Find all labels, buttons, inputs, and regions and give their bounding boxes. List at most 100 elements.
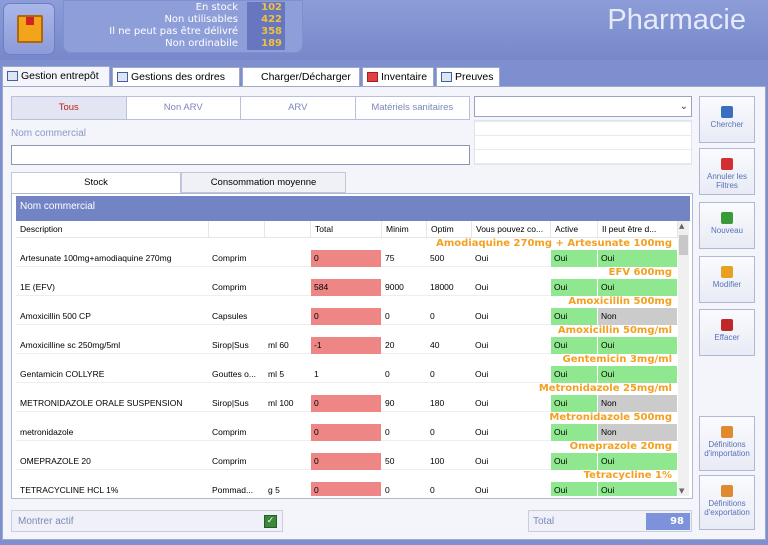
scroll-up-icon[interactable]: ▲ bbox=[679, 222, 684, 230]
cell-form[interactable]: Comprim bbox=[209, 250, 264, 267]
tab-load-unload[interactable]: Charger/Décharger bbox=[242, 67, 360, 86]
table-row[interactable]: EFV 600mg 1E (EFV) Comprim 584 9000 18000 Oui O… bbox=[16, 267, 678, 296]
cell-optim[interactable]: 100 bbox=[427, 453, 471, 470]
cell-description[interactable]: Amoxicilline sc 250mg/5ml bbox=[16, 337, 208, 354]
cell-total[interactable]: 0 bbox=[311, 395, 381, 412]
cell-form[interactable]: Comprim bbox=[209, 453, 264, 470]
tab-stock[interactable]: Stock bbox=[11, 172, 181, 193]
cell-can-order[interactable]: Oui bbox=[472, 453, 550, 470]
column-header[interactable]: Description bbox=[16, 221, 209, 238]
filter-medical-supplies[interactable]: Matériels sanitaires bbox=[356, 97, 470, 119]
cell-active[interactable]: Oui bbox=[551, 482, 597, 496]
scroll-thumb[interactable] bbox=[679, 235, 688, 255]
cell-deliverable[interactable]: Oui bbox=[598, 337, 677, 354]
cell-minim[interactable]: 9000 bbox=[382, 279, 426, 296]
column-header[interactable]: Il peut être d... bbox=[598, 221, 678, 238]
cell-total[interactable]: 0 bbox=[311, 482, 381, 496]
cell-form[interactable]: Comprim bbox=[209, 424, 264, 441]
cell-total[interactable]: 0 bbox=[311, 424, 381, 441]
cell-deliverable[interactable]: Oui bbox=[598, 279, 677, 296]
tab-warehouse[interactable]: Gestion entrepôt bbox=[2, 66, 110, 87]
tab-average-consumption[interactable]: Consommation moyenne bbox=[181, 172, 346, 193]
clear-filters-button[interactable]: Annuler les Filtres bbox=[699, 148, 755, 195]
data-row[interactable]: METRONIDAZOLE ORALE SUSPENSION Sirop|Sus m… bbox=[16, 395, 678, 412]
cell-minim[interactable]: 50 bbox=[382, 453, 426, 470]
table-row[interactable]: Gentemicin 3mg/ml Gentamicin COLLYRE Goutt… bbox=[16, 354, 678, 383]
cell-minim[interactable]: 90 bbox=[382, 395, 426, 412]
cell-active[interactable]: Oui bbox=[551, 250, 597, 267]
cell-active[interactable]: Oui bbox=[551, 424, 597, 441]
cell-description[interactable]: METRONIDAZOLE ORALE SUSPENSION bbox=[16, 395, 208, 412]
table-row[interactable]: Amodiaquine 270mg + Artesunate 100mg Arte… bbox=[16, 238, 678, 267]
cell-form[interactable]: Pommad... bbox=[209, 482, 264, 496]
cell-description[interactable]: Gentamicin COLLYRE bbox=[16, 366, 208, 383]
data-row[interactable]: Gentamicin COLLYRE Gouttes o... ml 5 1 0 0 Oui… bbox=[16, 366, 678, 383]
new-button[interactable]: Nouveau bbox=[699, 202, 755, 249]
cell-can-order[interactable]: Oui bbox=[472, 308, 550, 325]
column-header[interactable] bbox=[209, 221, 265, 238]
search-button[interactable]: Chercher bbox=[699, 96, 755, 143]
cell-active[interactable]: Oui bbox=[551, 337, 597, 354]
show-active-checkbox[interactable]: ✓ bbox=[264, 515, 277, 528]
cell-active[interactable]: Oui bbox=[551, 279, 597, 296]
cell-active[interactable]: Oui bbox=[551, 308, 597, 325]
cell-minim[interactable]: 20 bbox=[382, 337, 426, 354]
data-row[interactable]: Amoxicillin 500 CP Capsules 0 0 0 Oui Oui Non bbox=[16, 308, 678, 325]
cell-deliverable[interactable]: Non bbox=[598, 424, 677, 441]
table-row[interactable]: Metronidazole 25mg/ml METRONIDAZOLE ORALE… bbox=[16, 383, 678, 412]
cell-volume[interactable] bbox=[265, 308, 310, 325]
cell-optim[interactable]: 500 bbox=[427, 250, 471, 267]
scroll-down-icon[interactable]: ▼ bbox=[679, 487, 684, 495]
edit-button[interactable]: Modifier bbox=[699, 256, 755, 303]
cell-can-order[interactable]: Oui bbox=[472, 337, 550, 354]
table-row[interactable]: Metronidazole 500mg metronidazole Comprim 0… bbox=[16, 412, 678, 441]
cell-minim[interactable]: 0 bbox=[382, 482, 426, 496]
cell-can-order[interactable]: Oui bbox=[472, 366, 550, 383]
cell-form[interactable]: Gouttes o... bbox=[209, 366, 264, 383]
cell-optim[interactable]: 40 bbox=[427, 337, 471, 354]
cell-optim[interactable]: 0 bbox=[427, 424, 471, 441]
cell-minim[interactable]: 75 bbox=[382, 250, 426, 267]
cell-minim[interactable]: 0 bbox=[382, 308, 426, 325]
cell-total[interactable]: 584 bbox=[311, 279, 381, 296]
cell-description[interactable]: Amoxicillin 500 CP bbox=[16, 308, 208, 325]
cell-can-order[interactable]: Oui bbox=[472, 424, 550, 441]
tab-orders[interactable]: Gestions des ordres bbox=[112, 67, 240, 86]
data-row[interactable]: 1E (EFV) Comprim 584 9000 18000 Oui Oui Oui bbox=[16, 279, 678, 296]
cell-description[interactable]: Artesunate 100mg+amodiaquine 270mg bbox=[16, 250, 208, 267]
cell-volume[interactable] bbox=[265, 424, 310, 441]
cell-volume[interactable]: g 5 bbox=[265, 482, 310, 496]
cell-description[interactable]: 1E (EFV) bbox=[16, 279, 208, 296]
cell-description[interactable]: OMEPRAZOLE 20 bbox=[16, 453, 208, 470]
tab-proofs[interactable]: Preuves bbox=[436, 67, 500, 86]
cell-can-order[interactable]: Oui bbox=[472, 482, 550, 496]
cell-form[interactable]: Capsules bbox=[209, 308, 264, 325]
cell-deliverable[interactable]: Oui bbox=[598, 366, 677, 383]
cell-minim[interactable]: 0 bbox=[382, 366, 426, 383]
cell-total[interactable]: 0 bbox=[311, 308, 381, 325]
column-header[interactable]: Minim bbox=[382, 221, 427, 238]
cell-deliverable[interactable]: Non bbox=[598, 308, 677, 325]
cell-total[interactable]: 0 bbox=[311, 453, 381, 470]
cell-optim[interactable]: 18000 bbox=[427, 279, 471, 296]
cell-optim[interactable]: 0 bbox=[427, 366, 471, 383]
column-header[interactable] bbox=[265, 221, 311, 238]
filter-all[interactable]: Tous bbox=[12, 97, 127, 119]
cell-active[interactable]: Oui bbox=[551, 395, 597, 412]
cell-optim[interactable]: 0 bbox=[427, 308, 471, 325]
cell-can-order[interactable]: Oui bbox=[472, 279, 550, 296]
column-header[interactable]: Vous pouvez co... bbox=[472, 221, 551, 238]
cell-can-order[interactable]: Oui bbox=[472, 395, 550, 412]
cell-volume[interactable]: ml 100 bbox=[265, 395, 310, 412]
export-definitions-button[interactable]: Définitions d'exportation bbox=[699, 475, 755, 530]
column-header[interactable]: Total bbox=[311, 221, 382, 238]
filter-dropdown[interactable]: ⌄ bbox=[474, 96, 692, 117]
cell-deliverable[interactable]: Non bbox=[598, 395, 677, 412]
data-row[interactable]: OMEPRAZOLE 20 Comprim 0 50 100 Oui Oui Oui bbox=[16, 453, 678, 470]
cell-volume[interactable] bbox=[265, 453, 310, 470]
filter-non-arv[interactable]: Non ARV bbox=[127, 97, 241, 119]
data-row[interactable]: metronidazole Comprim 0 0 0 Oui Oui Non bbox=[16, 424, 678, 441]
tab-inventory[interactable]: Inventaire bbox=[362, 67, 434, 86]
table-row[interactable]: Omeprazole 20mg OMEPRAZOLE 20 Comprim 0 50 10… bbox=[16, 441, 678, 470]
cell-volume[interactable] bbox=[265, 279, 310, 296]
